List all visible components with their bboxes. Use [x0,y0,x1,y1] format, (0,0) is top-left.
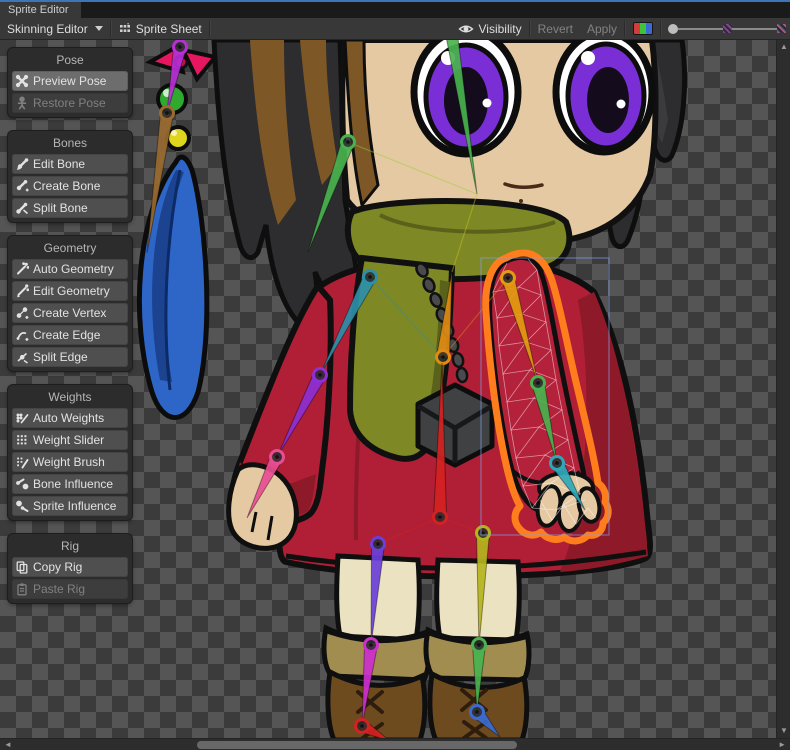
tool-panels: Pose Preview Pose Restore Pose Bones Edit Bo… [8,48,132,617]
split-edge-button[interactable]: Split Edge [12,347,128,367]
sprite-sheet-label: Sprite Sheet [136,22,202,36]
create-bone-button[interactable]: Create Bone [12,176,128,196]
visibility-label: Visibility [479,22,522,36]
weight-brush-icon [15,455,29,469]
split-bone-icon [15,201,29,215]
panel-title: Bones [12,136,128,150]
button-label: Create Edge [33,328,100,342]
alpha-slider[interactable] [668,24,786,34]
edit-geometry-button[interactable]: Edit Geometry [12,281,128,301]
button-label: Sprite Influence [33,499,116,513]
preview-pose-icon [15,74,29,88]
button-label: Copy Rig [33,560,82,574]
split-bone-button[interactable]: Split Bone [12,198,128,218]
toolbar-separator [660,21,662,37]
button-label: Split Edge [33,350,88,364]
create-vertex-icon [15,306,29,320]
tab-strip: Sprite Editor [0,0,790,18]
weight-slider-icon [15,433,29,447]
auto-weights-icon [15,411,29,425]
scroll-left-arrow-icon[interactable]: ◄ [4,739,12,750]
panel-geometry: Geometry Auto Geometry Edit Geometry Create… [8,236,132,371]
button-label: Auto Geometry [33,262,114,276]
panel-title: Weights [12,390,128,404]
toolbar: Skinning Editor Sprite Sheet Visibility … [0,18,790,40]
edit-geometry-icon [15,284,29,298]
create-bone-icon [15,179,29,193]
panel-title: Rig [12,539,128,553]
panel-rig: Rig Copy Rig Paste Rig [8,534,132,603]
rgb-toggle-button[interactable] [626,18,660,40]
auto-geometry-button[interactable]: Auto Geometry [12,259,128,279]
auto-weights-button[interactable]: Auto Weights [12,408,128,428]
visibility-toggle[interactable]: Visibility [451,18,529,40]
paste-rig-icon [15,582,29,596]
revert-button[interactable]: Revert [531,18,580,40]
scroll-up-arrow-icon[interactable]: ▲ [777,42,790,52]
button-label: Restore Pose [33,96,106,110]
panel-weights: Weights Auto Weights Weight Slider Weight B… [8,385,132,520]
character-sprite [214,40,685,738]
mode-dropdown[interactable]: Skinning Editor [0,18,110,40]
grid-icon [119,23,131,35]
eye-icon [458,23,474,35]
rgb-swatch-icon [633,22,653,35]
toolbar-separator [209,21,211,37]
panel-pose: Pose Preview Pose Restore Pose [8,48,132,117]
button-label: Preview Pose [33,74,106,88]
pattern-icon [723,24,732,33]
create-vertex-button[interactable]: Create Vertex [12,303,128,323]
tab-sprite-editor[interactable]: Sprite Editor [0,2,81,18]
button-label: Weight Slider [33,433,104,447]
scroll-down-arrow-icon[interactable]: ▼ [777,726,790,736]
button-label: Split Bone [33,201,88,215]
edit-bone-button[interactable]: Edit Bone [12,154,128,174]
paste-rig-button[interactable]: Paste Rig [12,579,128,599]
button-label: Edit Geometry [33,284,110,298]
button-label: Create Vertex [33,306,106,320]
sprite-influence-button[interactable]: Sprite Influence [12,496,128,516]
edit-bone-icon [15,157,29,171]
button-label: Auto Weights [33,411,104,425]
sprite-influence-icon [15,499,29,513]
bone-influence-icon [15,477,29,491]
restore-pose-icon [15,96,29,110]
horizontal-scrollbar-thumb[interactable] [197,741,517,749]
window-focus-accent [0,0,790,2]
dropdown-caret-icon [95,26,103,31]
sprite-sheet-button[interactable]: Sprite Sheet [112,18,209,40]
split-edge-icon [15,350,29,364]
mode-dropdown-label: Skinning Editor [7,22,88,36]
button-label: Paste Rig [33,582,85,596]
panel-title: Geometry [12,241,128,255]
stripes-icon [777,24,786,33]
auto-geometry-icon [15,262,29,276]
bone-influence-button[interactable]: Bone Influence [12,474,128,494]
restore-pose-button[interactable]: Restore Pose [12,93,128,113]
apply-button[interactable]: Apply [580,18,624,40]
button-label: Create Bone [33,179,100,193]
button-label: Bone Influence [33,477,113,491]
eye-right [556,40,652,152]
weight-slider-button[interactable]: Weight Slider [12,430,128,450]
create-edge-icon [15,328,29,342]
horizontal-scrollbar[interactable]: ◄ ► [0,738,790,750]
weight-brush-button[interactable]: Weight Brush [12,452,128,472]
preview-pose-button[interactable]: Preview Pose [12,71,128,91]
scroll-right-arrow-icon[interactable]: ► [778,739,786,750]
button-label: Edit Bone [33,157,85,171]
copy-rig-icon [15,560,29,574]
alpha-slider-knob[interactable] [668,24,678,34]
button-label: Weight Brush [33,455,105,469]
vertical-scrollbar[interactable]: ▲ ▼ [776,40,790,738]
copy-rig-button[interactable]: Copy Rig [12,557,128,577]
panel-title: Pose [12,53,128,67]
panel-bones: Bones Edit Bone Create Bone Split Bone [8,131,132,222]
create-edge-button[interactable]: Create Edge [12,325,128,345]
